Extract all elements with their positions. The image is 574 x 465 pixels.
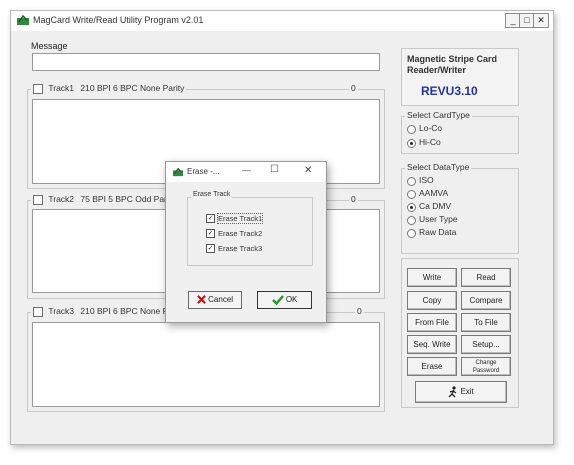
radio-ca-dmv-label[interactable]: Ca DMV (419, 201, 451, 211)
dialog-app-icon (173, 167, 183, 177)
card-type-label: Select CardType (405, 110, 472, 120)
card-type-group (401, 116, 519, 154)
track2-count: 0 (349, 194, 358, 204)
radio-lo-co[interactable] (407, 125, 416, 134)
erase-button[interactable]: Erase (407, 357, 457, 376)
track2-checkbox-label[interactable]: Track2 (48, 194, 74, 204)
track3-checkbox[interactable] (33, 306, 43, 317)
data-type-label: Select DataType (405, 162, 472, 172)
erase-track3-checkbox[interactable]: ✓ (206, 244, 215, 253)
checkmark-icon (271, 295, 284, 306)
dialog-minimize-button[interactable]: — (242, 165, 251, 175)
erase-track3-label[interactable]: Erase Track3 (217, 243, 263, 254)
track3-header: Track3 210 BPI 6 BPC None Parity (31, 306, 187, 317)
title-bar[interactable]: MagCard Write/Read Utility Program v2.01… (11, 11, 553, 31)
track2-settings: 75 BPI 5 BPC Odd Parity (80, 194, 176, 204)
cancel-button[interactable]: Cancel (188, 291, 242, 309)
erase-track2-checkbox[interactable]: ✓ (206, 229, 215, 238)
exit-button[interactable]: Exit (415, 381, 507, 403)
track1-checkbox-label[interactable]: Track1 (48, 83, 74, 93)
radio-aamva-label[interactable]: AAMVA (419, 188, 448, 198)
write-button[interactable]: Write (407, 268, 457, 287)
exit-icon (448, 386, 457, 398)
track3-checkbox-label[interactable]: Track3 (48, 306, 74, 316)
to-file-button[interactable]: To File (461, 313, 511, 332)
cancel-icon (197, 295, 206, 305)
track3-count: 0 (355, 306, 364, 316)
ok-label: OK (285, 295, 298, 304)
message-label: Message (31, 41, 68, 51)
track2-header: Track2 75 BPI 5 BPC Odd Parity (31, 194, 178, 205)
compare-button[interactable]: Compare (461, 291, 511, 310)
erase-track1-checkbox[interactable]: ✓ (206, 214, 215, 223)
app-icon (17, 14, 29, 25)
radio-hi-co-label[interactable]: Hi-Co (419, 137, 441, 147)
erase-dialog: Erase -... — ☐ ✕ Erase Track ✓ Erase Tra… (165, 161, 327, 323)
exit-label: Exit (460, 387, 474, 396)
track1-checkbox[interactable] (33, 83, 43, 94)
message-field[interactable] (32, 53, 380, 71)
dialog-title-bar[interactable]: Erase -... — ☐ ✕ (166, 162, 326, 182)
radio-aamva[interactable] (407, 190, 416, 199)
radio-ca-dmv[interactable] (407, 203, 416, 212)
radio-raw-data-label[interactable]: Raw Data (419, 227, 456, 237)
radio-user-type[interactable] (407, 216, 416, 225)
device-version: REVU3.10 (421, 84, 478, 98)
dialog-maximize-button[interactable]: ☐ (270, 164, 279, 175)
change-password-button[interactable]: Change Password (461, 357, 511, 376)
device-name: Magnetic Stripe Card Reader/Writer (407, 54, 498, 75)
track3-data[interactable] (32, 322, 380, 407)
radio-user-type-label[interactable]: User Type (419, 214, 458, 224)
window-title: MagCard Write/Read Utility Program v2.01 (33, 15, 204, 25)
read-button[interactable]: Read (461, 268, 511, 287)
copy-button[interactable]: Copy (407, 291, 457, 310)
erase-track-label: Erase Track (191, 191, 233, 198)
dialog-title: Erase -... (187, 167, 220, 176)
radio-hi-co[interactable] (407, 139, 416, 148)
erase-track2-label[interactable]: Erase Track2 (217, 228, 263, 239)
track1-settings: 210 BPI 6 BPC None Parity (80, 83, 185, 93)
from-file-button[interactable]: From File (407, 313, 457, 332)
radio-iso[interactable] (407, 177, 416, 186)
setup-button[interactable]: Setup... (461, 335, 511, 354)
erase-track1-label[interactable]: Erase Track1 (217, 213, 264, 224)
close-button[interactable]: ✕ (533, 13, 549, 28)
track1-header: Track1 210 BPI 6 BPC None Parity (31, 83, 187, 94)
radio-lo-co-label[interactable]: Lo-Co (419, 123, 442, 133)
radio-iso-label[interactable]: ISO (419, 175, 434, 185)
dialog-close-button[interactable]: ✕ (304, 165, 312, 176)
radio-raw-data[interactable] (407, 229, 416, 238)
seq-write-button[interactable]: Seq. Write (407, 335, 457, 354)
cancel-label: Cancel (208, 295, 234, 304)
track1-count: 0 (349, 83, 358, 93)
track2-checkbox[interactable] (33, 194, 43, 205)
ok-button[interactable]: OK (257, 291, 312, 309)
